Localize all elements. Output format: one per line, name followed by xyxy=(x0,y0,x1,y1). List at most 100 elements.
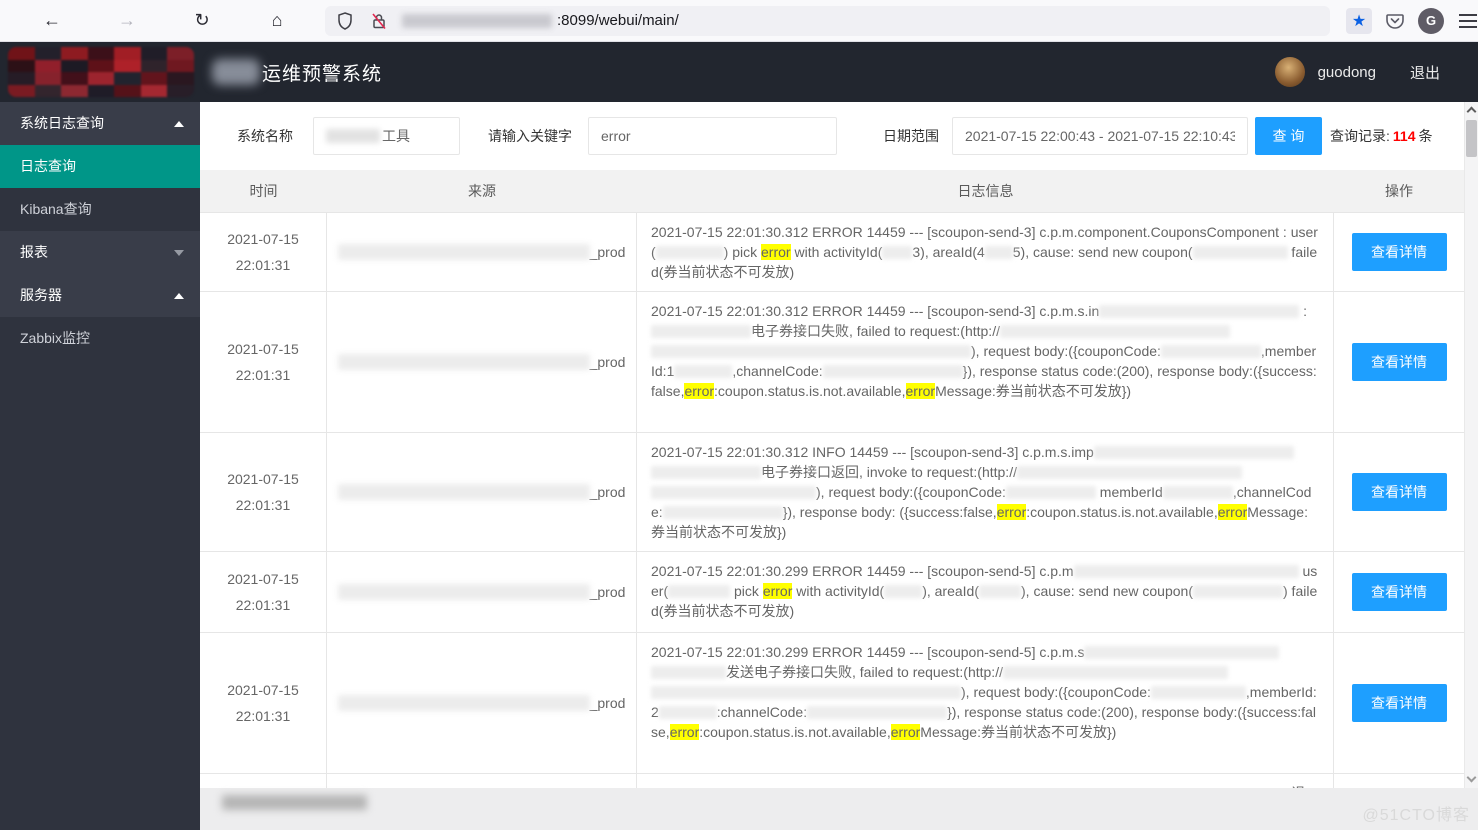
redacted-text xyxy=(979,585,1021,598)
keyword-highlight: error xyxy=(996,504,1027,520)
view-details-button[interactable]: 查看详情 xyxy=(1351,233,1447,271)
redacted-text xyxy=(1099,305,1300,318)
log-text: 2021-07-15 22:01:30.299 ERROR 14459 --- … xyxy=(651,644,1085,660)
redacted-text xyxy=(1192,246,1288,259)
source-cell: _prod xyxy=(327,433,637,551)
browser-reload-icon[interactable]: ↻ xyxy=(187,10,217,31)
logo-pixel xyxy=(34,59,62,72)
log-text: 3), areaId(4 xyxy=(912,244,985,260)
redacted-host xyxy=(402,13,552,28)
sidebar-item-label: 报表 xyxy=(20,244,48,260)
action-cell: 查看详情 xyxy=(1334,292,1464,432)
log-text: :channelCode: xyxy=(716,704,808,720)
insecure-lock-icon[interactable] xyxy=(371,12,387,30)
scrollbar-down-arrow[interactable] xyxy=(1465,772,1478,786)
logo-pixel xyxy=(167,59,194,72)
view-details-button[interactable]: 查看详情 xyxy=(1351,573,1447,611)
redacted-text xyxy=(1073,565,1299,578)
redacted-text xyxy=(882,246,913,259)
redacted-system-name xyxy=(326,129,380,143)
redacted-text xyxy=(1093,446,1294,459)
action-cell: 查看详情 xyxy=(1334,552,1464,632)
keyword-highlight: error xyxy=(684,383,715,399)
keyword-input[interactable] xyxy=(588,117,837,155)
logout-button[interactable]: 退出 xyxy=(1410,62,1440,83)
log-text: pick xyxy=(730,583,763,599)
logo-pixel xyxy=(87,47,115,60)
sidebar-item-reports[interactable]: 报表 xyxy=(0,231,200,274)
content-scrollbar[interactable] xyxy=(1464,102,1478,788)
logo-pixel xyxy=(87,72,115,85)
date-range-input[interactable] xyxy=(952,117,1248,155)
sidebar-item-zabbix-monitor[interactable]: Zabbix监控 xyxy=(0,317,200,360)
browser-forward-icon[interactable]: → xyxy=(112,10,142,31)
logo-pixel xyxy=(167,47,194,60)
view-details-button[interactable]: 查看详情 xyxy=(1351,684,1447,722)
table-row: 2021-07-15 22:01:31 _prod 2021-07-15 22:01:… xyxy=(200,433,1464,552)
redacted-text xyxy=(651,325,751,338)
redacted-source xyxy=(337,584,590,600)
pocket-icon[interactable] xyxy=(1386,13,1404,29)
browser-profile-avatar[interactable]: G xyxy=(1418,7,1444,34)
result-count-value: 114 xyxy=(1392,128,1416,144)
browser-toolbar: ← → ↻ ⌂ :8099/webui/main/ ★ G xyxy=(0,0,1478,42)
logo-pixel xyxy=(140,72,168,85)
user-avatar[interactable] xyxy=(1274,57,1305,87)
browser-home-icon[interactable]: ⌂ xyxy=(262,10,292,31)
log-text: ), areaId( xyxy=(922,583,979,599)
logo-pixel xyxy=(140,59,168,72)
log-message-cell: 2021-07-15 22:01:30.312 ERROR 14459 --- … xyxy=(637,292,1334,432)
log-text: 电子券接口失败, failed to request:(http:// xyxy=(751,323,1000,339)
url-bar[interactable]: :8099/webui/main/ xyxy=(325,5,1330,36)
search-button[interactable]: 查 询 xyxy=(1255,117,1322,155)
username[interactable]: guodong xyxy=(1318,64,1376,81)
app-title: 运维预警系统 xyxy=(262,63,383,85)
view-details-button[interactable]: 查看详情 xyxy=(1351,343,1447,381)
sidebar-item-servers[interactable]: 服务器 xyxy=(0,274,200,317)
log-text: ), cause: send new coupon( xyxy=(1021,583,1193,599)
redacted-text xyxy=(1150,686,1246,699)
logo-pixel xyxy=(114,84,141,97)
logo-pixel xyxy=(140,84,168,97)
shield-icon[interactable] xyxy=(337,11,353,30)
menu-icon[interactable] xyxy=(1459,13,1477,28)
log-message-cell: 2021-07-15 22:01:30.312 ERROR 14459 --- … xyxy=(637,213,1334,291)
system-name-select[interactable]: 工具 xyxy=(313,117,460,155)
view-details-button[interactable]: 查看详情 xyxy=(1351,473,1447,511)
date-range-label: 日期范围 xyxy=(883,128,939,144)
source-cell: _prod xyxy=(327,552,637,632)
keyword-highlight: error xyxy=(1217,504,1248,520)
sidebar-item-label: 服务器 xyxy=(20,287,62,303)
browser-back-icon[interactable]: ← xyxy=(37,10,67,31)
sidebar-item-system-log-query[interactable]: 系统日志查询 xyxy=(0,102,200,145)
log-message-cell: 2021-07-15 22:01:30.312 INFO 14459 --- [… xyxy=(637,433,1334,551)
col-header-action: 操作 xyxy=(1385,183,1413,199)
table-row: 2021-07-15 22:01:31 _prod 2021-07-15 22:01:… xyxy=(200,213,1464,292)
sidebar-item-kibana-query[interactable]: Kibana查询 xyxy=(0,188,200,231)
redacted-footer xyxy=(222,795,367,810)
sidebar-item-log-query[interactable]: 日志查询 xyxy=(0,145,200,188)
log-text: ,channelCode: xyxy=(732,363,823,379)
keyword-label: 请输入关键字 xyxy=(488,128,572,144)
logo-pixel xyxy=(34,47,62,60)
sidebar-item-label: 系统日志查询 xyxy=(20,115,104,131)
logo-pixel xyxy=(114,59,141,72)
bookmark-star-icon[interactable]: ★ xyxy=(1346,7,1372,34)
main-content: 系统名称 工具 请输入关键字 日期范围 查 询 查询记录:114条 时间 来源 … xyxy=(200,102,1464,830)
chevron-down-icon xyxy=(174,249,184,256)
table-row: 2021-07-15 22:01:31 _prod 2021-07-15 22:01:… xyxy=(200,552,1464,633)
redacted-text xyxy=(668,585,731,598)
log-text: Message:券当前状态不可发放}) xyxy=(935,383,1132,399)
watermark: @51CTO博客 xyxy=(1362,807,1470,824)
system-name-value: 工具 xyxy=(382,128,410,144)
logo-pixel xyxy=(61,84,88,97)
log-text: Message:券当前状态不可发放}) xyxy=(920,724,1117,740)
table-row: 2021-07-15 22:01:31 _prod 2021-07-15 22:01:… xyxy=(200,292,1464,433)
log-text: memberId xyxy=(1095,484,1163,500)
keyword-highlight: error xyxy=(762,583,793,599)
scrollbar-thumb[interactable] xyxy=(1466,120,1477,157)
redacted-text xyxy=(651,466,761,479)
scrollbar-up-arrow[interactable] xyxy=(1465,102,1478,118)
action-cell: 查看详情 xyxy=(1334,633,1464,773)
log-text: ) pick xyxy=(723,244,762,260)
